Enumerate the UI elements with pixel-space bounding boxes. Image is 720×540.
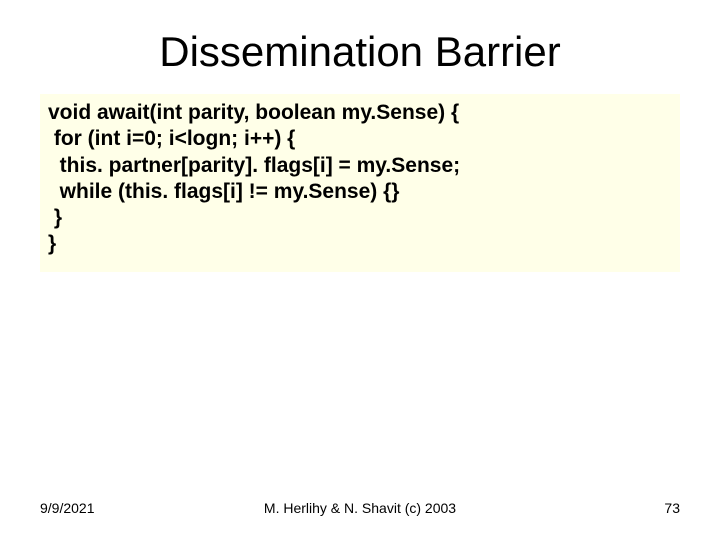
code-line: void await(int parity, boolean my.Sense)… — [48, 101, 459, 124]
code-line: } — [48, 206, 62, 229]
code-line: for (int i=0; i<logn; i++) { — [48, 127, 295, 150]
code-line: this. partner[parity]. flags[i] = my.Sen… — [48, 154, 460, 177]
code-line: while (this. flags[i] != my.Sense) {} — [48, 180, 399, 203]
code-line: } — [48, 232, 56, 255]
code-block: void await(int parity, boolean my.Sense)… — [40, 94, 680, 272]
footer-page-number: 73 — [664, 500, 680, 516]
slide: Dissemination Barrier void await(int par… — [0, 0, 720, 540]
slide-title: Dissemination Barrier — [0, 0, 720, 94]
footer-attribution: M. Herlihy & N. Shavit (c) 2003 — [0, 500, 720, 516]
